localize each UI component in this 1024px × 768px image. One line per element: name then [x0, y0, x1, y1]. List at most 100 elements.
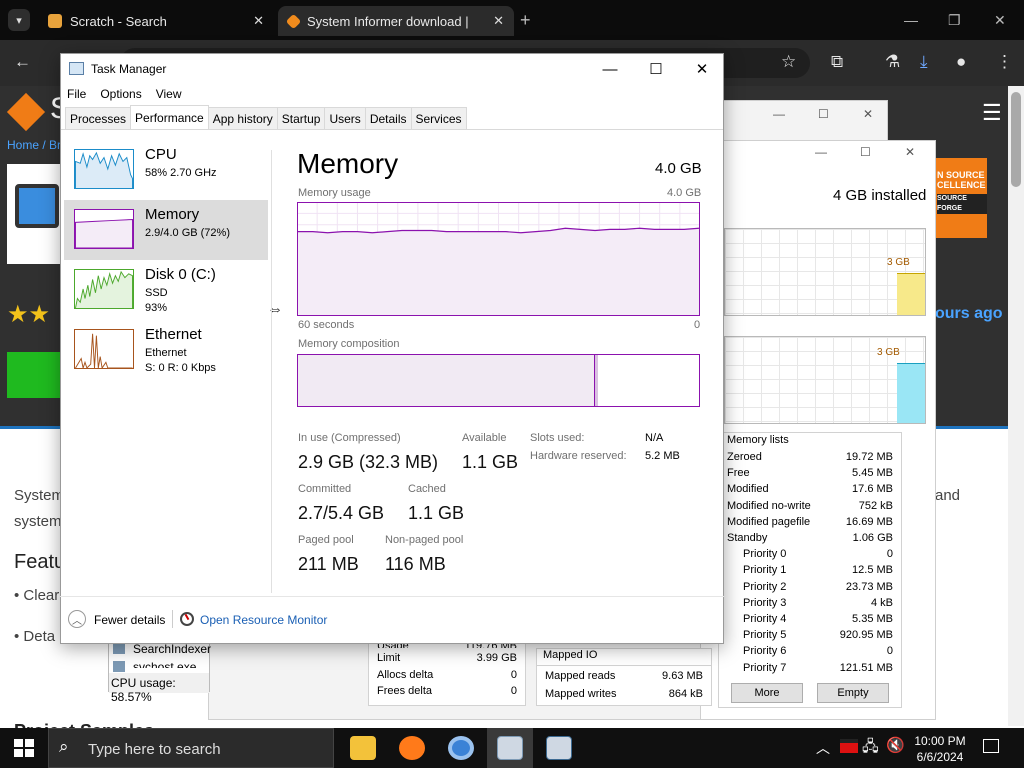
windows-start-icon[interactable] [14, 739, 34, 757]
memory-list-value: 121.51 MB [839, 661, 893, 674]
maximize-icon[interactable]: ☐ [818, 107, 829, 121]
open-resource-monitor-link[interactable]: Open Resource Monitor [200, 613, 327, 627]
browser-tab-system-informer[interactable]: System Informer download | So ✕ [278, 6, 514, 36]
menu-file[interactable]: File [67, 87, 86, 101]
minimize-icon[interactable]: — [904, 12, 918, 28]
minimize-icon[interactable]: — [815, 145, 827, 159]
tab-app-history[interactable]: App history [207, 107, 278, 129]
composition-in-use-segment[interactable] [298, 355, 595, 406]
hamburger-menu-icon[interactable]: ☰ [982, 100, 1002, 126]
resource-disk[interactable]: Disk 0 (C:) SSD 93% [64, 260, 268, 320]
network-icon[interactable]: 🖧 [862, 736, 879, 761]
tray-flag-icon[interactable] [840, 739, 858, 753]
browser-menu-icon[interactable]: ⋮ [996, 52, 1013, 72]
resource-name: Disk 0 (C:) [145, 266, 216, 283]
oss-excellence-badge: N SOURCE CELLENCE SOURCE FORGE [935, 158, 987, 238]
task-manager-taskbar-icon[interactable] [497, 736, 523, 760]
back-icon[interactable]: ← [14, 52, 31, 72]
memory-list-row: Standby 1.06 GB [727, 532, 893, 548]
tab-users[interactable]: Users [324, 107, 366, 129]
tab-startup[interactable]: Startup [276, 107, 326, 129]
tab-search-button[interactable]: ▾ [8, 9, 30, 31]
breadcrumb[interactable]: Home / Br [7, 138, 61, 152]
minimize-button[interactable]: — [587, 54, 633, 84]
firefox-icon[interactable] [399, 736, 425, 760]
close-button[interactable]: ✕ [679, 54, 725, 84]
tray-chevron-icon[interactable]: ︿ [816, 738, 830, 758]
memory-usage-area [298, 228, 699, 315]
minimize-icon[interactable]: — [773, 107, 785, 121]
download-icon[interactable]: ⤓ [920, 52, 928, 72]
notifications-icon[interactable] [983, 739, 999, 753]
close-window-icon[interactable]: ✕ [994, 12, 1006, 29]
browser-tab-bar: ▾ Scratch - Search ✕ System Informer dow… [0, 0, 1024, 40]
taskbar-search-box[interactable]: ⌕ Type here to search [48, 728, 334, 768]
cached-value: 1.1 GB [408, 503, 465, 523]
memory-list-label: Priority 6 [743, 645, 787, 658]
resource-name: Memory [145, 206, 200, 223]
profile-avatar-icon[interactable]: ● [956, 52, 966, 72]
axis-zero-label: 0 [694, 319, 701, 331]
mapped-reads-value: 9.63 MB [662, 670, 703, 682]
tab-processes[interactable]: Processes [65, 107, 132, 129]
memory-list-label: Standby [727, 532, 768, 544]
resource-ethernet[interactable]: Ethernet Ethernet S: 0 R: 0 Kbps [64, 320, 268, 380]
chevron-up-icon[interactable]: ︿ [68, 610, 86, 628]
menu-view[interactable]: View [156, 87, 182, 101]
extensions-icon[interactable]: ⧉ [831, 52, 843, 72]
maximize-icon[interactable]: ☐ [860, 145, 871, 159]
memory-list-row: Free 5.45 MB [727, 467, 893, 483]
memory-list-label: Priority 5 [743, 629, 787, 642]
download-button[interactable] [7, 352, 61, 398]
memory-list-label: Modified [727, 483, 769, 496]
limit-row: Limit 3.99 GB [377, 652, 517, 664]
close-icon[interactable]: ✕ [863, 107, 873, 121]
close-tab-icon[interactable]: ✕ [493, 13, 504, 29]
close-icon[interactable]: ✕ [905, 145, 915, 159]
more-button[interactable]: More [731, 683, 803, 703]
hw-reserved-label: Hardware reserved: [530, 450, 627, 462]
clock[interactable]: 10:00 PM 6/6/2024 [912, 733, 968, 765]
tab-services[interactable]: Services [410, 107, 467, 129]
disk-thumbnail-graph [74, 269, 134, 309]
resize-cursor-icon: ⇔ [267, 301, 283, 318]
labs-flask-icon[interactable]: ⚗ [885, 52, 900, 72]
tab-performance[interactable]: Performance [130, 105, 209, 129]
menu-options[interactable]: Options [100, 87, 141, 101]
allocs-value: 0 [510, 669, 517, 681]
resource-memory[interactable]: Memory 2.9/4.0 GB (72%) [64, 200, 268, 260]
process-icon [113, 661, 125, 672]
process-name[interactable]: svchost.exe [133, 660, 196, 668]
close-tab-icon[interactable]: ✕ [253, 13, 264, 29]
resource-detail: S: 0 R: 0 Kbps [145, 362, 216, 374]
file-explorer-icon[interactable] [350, 736, 376, 760]
fewer-details-link[interactable]: Fewer details [94, 613, 165, 627]
system-informer-taskbar-icon[interactable] [546, 736, 572, 760]
process-name[interactable]: SearchIndexer [133, 642, 211, 656]
composition-modified-segment[interactable] [594, 355, 598, 406]
body-text: system [14, 513, 62, 530]
resource-detail: 58% 2.70 GHz [145, 167, 217, 179]
new-tab-button[interactable]: + [520, 10, 531, 31]
tab-details[interactable]: Details [364, 107, 412, 129]
tab-divider [61, 129, 723, 130]
mapped-writes-value: 864 kB [668, 688, 703, 700]
empty-button[interactable]: Empty [817, 683, 889, 703]
resource-name: CPU [145, 146, 177, 163]
memory-list-row: Priority 1 12.5 MB [743, 564, 893, 580]
body-text: System [14, 487, 65, 504]
resource-cpu[interactable]: CPU 58% 2.70 GHz [64, 140, 268, 200]
volume-muted-icon[interactable]: 🔇 [886, 736, 905, 754]
mapped-reads-row: Mapped reads 9.63 MB [545, 670, 703, 682]
chrome-browser-icon[interactable] [448, 736, 474, 760]
bookmark-star-icon[interactable]: ☆ [781, 52, 796, 72]
browser-tab-scratch[interactable]: Scratch - Search ✕ [38, 6, 274, 36]
memory-list-value: 23.73 MB [845, 580, 893, 593]
updated-hours-ago: ours ago [935, 305, 1003, 322]
ethernet-thumbnail-graph [74, 329, 134, 369]
footer-separator [172, 610, 173, 628]
scrollbar-thumb[interactable] [1011, 92, 1021, 187]
badge-line: SOURCE FORGE [937, 194, 987, 214]
restore-icon[interactable]: ❐ [948, 12, 961, 29]
maximize-button[interactable]: ☐ [633, 54, 679, 84]
